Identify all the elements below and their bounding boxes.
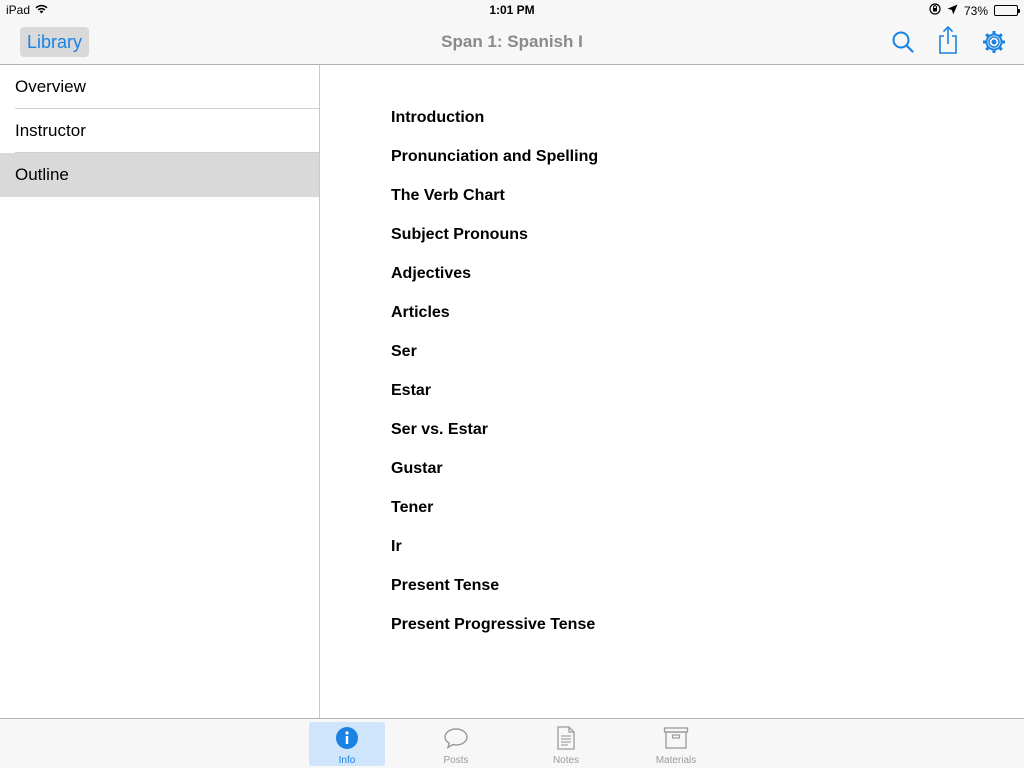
tab-info-label: Info: [338, 755, 356, 766]
outline-item-present-tense[interactable]: Present Tense: [391, 576, 598, 615]
search-icon[interactable]: [889, 28, 917, 56]
outline-item-subject-pronouns[interactable]: Subject Pronouns: [391, 225, 598, 264]
battery-icon: [994, 5, 1020, 16]
status-bar: iPad 1:01 PM 73%: [0, 0, 1024, 20]
outline-list: Introduction Pronunciation and Spelling …: [391, 108, 598, 654]
outline-item-gustar[interactable]: Gustar: [391, 459, 598, 498]
outline-item-tener[interactable]: Tener: [391, 498, 598, 537]
outline-item-ser-vs-estar[interactable]: Ser vs. Estar: [391, 420, 598, 459]
outline-item-articles[interactable]: Articles: [391, 303, 598, 342]
outline-item-verb-chart[interactable]: The Verb Chart: [391, 186, 598, 225]
tab-posts[interactable]: Posts: [418, 722, 494, 766]
sidebar-item-overview[interactable]: Overview: [0, 65, 319, 109]
outline-item-present-progressive[interactable]: Present Progressive Tense: [391, 615, 598, 654]
status-time: 1:01 PM: [489, 3, 535, 17]
location-arrow-icon: [947, 4, 958, 18]
app-screen: iPad 1:01 PM 73% Library Span 1: Spanish…: [0, 0, 1024, 768]
tab-posts-label: Posts: [443, 755, 469, 766]
tab-notes[interactable]: Notes: [528, 722, 604, 766]
sidebar-item-instructor[interactable]: Instructor: [0, 109, 319, 153]
status-right: 73%: [929, 3, 1020, 18]
outline-item-adjectives[interactable]: Adjectives: [391, 264, 598, 303]
sidebar: Overview Instructor Outline: [0, 65, 320, 718]
share-icon[interactable]: [934, 25, 962, 54]
orientation-lock-icon: [929, 3, 941, 18]
box-icon: [663, 725, 689, 751]
outline-item-ir[interactable]: Ir: [391, 537, 598, 576]
battery-percent: 73%: [963, 3, 988, 18]
sidebar-item-outline[interactable]: Outline: [0, 153, 319, 197]
tab-materials-label: Materials: [655, 755, 697, 766]
speech-bubble-icon: [443, 725, 469, 751]
document-icon: [553, 725, 579, 751]
outline-item-introduction[interactable]: Introduction: [391, 108, 598, 147]
tab-notes-label: Notes: [552, 755, 580, 766]
info-icon: [334, 725, 360, 751]
navigation-bar: Library Span 1: Spanish I: [0, 20, 1024, 65]
page-title: Span 1: Spanish I: [441, 32, 583, 51]
tab-bar: Info Posts Notes Materials: [0, 718, 1024, 768]
gear-icon[interactable]: [980, 28, 1008, 56]
tab-materials[interactable]: Materials: [638, 722, 714, 766]
tab-info[interactable]: Info: [309, 722, 385, 766]
outline-item-estar[interactable]: Estar: [391, 381, 598, 420]
outline-item-ser[interactable]: Ser: [391, 342, 598, 381]
outline-item-pronunciation[interactable]: Pronunciation and Spelling: [391, 147, 598, 186]
outline-panel: Introduction Pronunciation and Spelling …: [321, 65, 1024, 718]
